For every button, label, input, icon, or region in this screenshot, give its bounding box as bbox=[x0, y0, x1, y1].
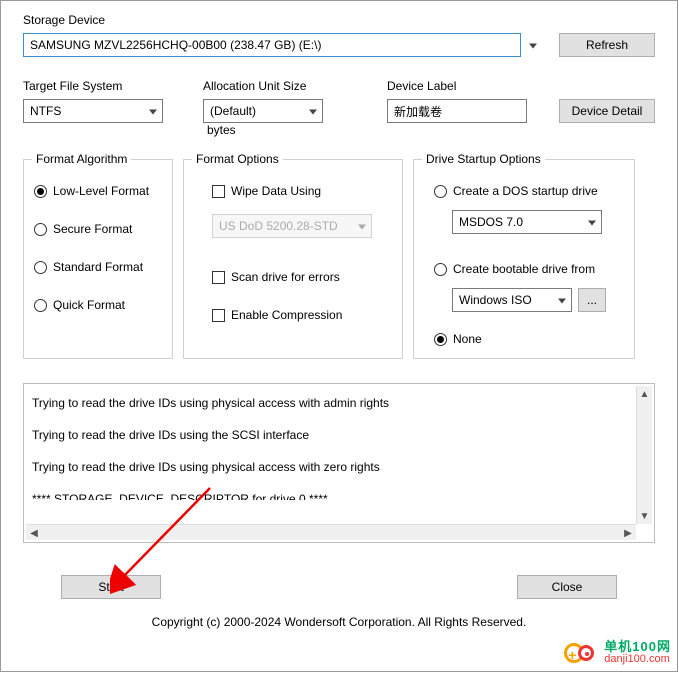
format-dialog: Storage Device SAMSUNG MZVL2256HCHQ-00B0… bbox=[0, 0, 678, 672]
footer-buttons: Start Close bbox=[1, 575, 677, 599]
radio-icon bbox=[434, 333, 447, 346]
checkbox-icon bbox=[212, 185, 225, 198]
format-options-legend: Format Options bbox=[192, 152, 283, 166]
copyright-text: Copyright (c) 2000-2024 Wondersoft Corpo… bbox=[1, 615, 677, 629]
radio-label: Secure Format bbox=[53, 222, 132, 236]
radio-quick-format[interactable]: Quick Format bbox=[34, 298, 162, 312]
alloc-select[interactable]: (Default) bbox=[203, 99, 323, 123]
check-label: Scan drive for errors bbox=[231, 270, 340, 284]
wipe-method-select: US DoD 5200.28-STD bbox=[212, 214, 372, 238]
alloc-unit: bytes bbox=[207, 123, 236, 137]
radio-label: Standard Format bbox=[53, 260, 143, 274]
target-fs-section: Target File System NTFS bbox=[23, 79, 163, 123]
radio-label: None bbox=[453, 332, 482, 346]
vertical-scrollbar[interactable]: ▲ ▼ bbox=[636, 386, 652, 524]
log-output: Trying to read the drive IDs using physi… bbox=[23, 383, 655, 543]
radio-label: Quick Format bbox=[53, 298, 125, 312]
radio-icon bbox=[34, 185, 47, 198]
brand-url: danji100.com bbox=[604, 654, 671, 666]
horizontal-scrollbar[interactable]: ◀ ▶ bbox=[26, 524, 636, 540]
radio-icon bbox=[434, 263, 447, 276]
checkbox-icon bbox=[212, 271, 225, 284]
target-fs-label: Target File System bbox=[23, 79, 163, 93]
check-label: Enable Compression bbox=[231, 308, 342, 322]
checkbox-icon bbox=[212, 309, 225, 322]
log-line: Trying to read the drive IDs using the S… bbox=[32, 426, 630, 444]
radio-icon bbox=[34, 223, 47, 236]
radio-none[interactable]: None bbox=[434, 332, 624, 346]
radio-icon bbox=[34, 261, 47, 274]
scroll-right-icon[interactable]: ▶ bbox=[620, 525, 636, 541]
log-line: **** STORAGE_DEVICE_DESCRIPTOR for drive… bbox=[32, 490, 630, 500]
format-algorithm-legend: Format Algorithm bbox=[32, 152, 131, 166]
brand-cn: 单机100网 bbox=[604, 640, 671, 654]
log-line: Trying to read the drive IDs using physi… bbox=[32, 458, 630, 476]
brand-watermark: + 单机100网 danji100.com bbox=[564, 639, 671, 667]
check-label: Wipe Data Using bbox=[231, 184, 321, 198]
refresh-button[interactable]: Refresh bbox=[559, 33, 655, 57]
radio-icon bbox=[434, 185, 447, 198]
radio-dos-drive[interactable]: Create a DOS startup drive bbox=[434, 184, 624, 198]
start-button[interactable]: Start bbox=[61, 575, 161, 599]
alloc-section: Allocation Unit Size (Default) bytes bbox=[203, 79, 347, 137]
storage-label: Storage Device bbox=[23, 13, 655, 27]
drive-startup-group: Drive Startup Options Create a DOS start… bbox=[413, 159, 635, 359]
brand-logo-icon: + bbox=[564, 639, 598, 667]
check-scan-errors[interactable]: Scan drive for errors bbox=[212, 270, 392, 284]
radio-label: Create a DOS startup drive bbox=[453, 184, 598, 198]
check-enable-compression[interactable]: Enable Compression bbox=[212, 308, 392, 322]
log-text[interactable]: Trying to read the drive IDs using physi… bbox=[26, 386, 636, 524]
target-fs-select[interactable]: NTFS bbox=[23, 99, 163, 123]
alloc-label: Allocation Unit Size bbox=[203, 79, 347, 93]
radio-label: Create bootable drive from bbox=[453, 262, 595, 276]
radio-low-level-format[interactable]: Low-Level Format bbox=[34, 184, 162, 198]
close-button[interactable]: Close bbox=[517, 575, 617, 599]
browse-button[interactable]: ... bbox=[578, 288, 606, 312]
log-line: Trying to read the drive IDs using physi… bbox=[32, 394, 630, 412]
format-options-group: Format Options Wipe Data Using US DoD 52… bbox=[183, 159, 403, 359]
device-label-label: Device Label bbox=[387, 79, 655, 93]
storage-section: Storage Device SAMSUNG MZVL2256HCHQ-00B0… bbox=[23, 13, 655, 57]
scroll-up-icon[interactable]: ▲ bbox=[637, 386, 652, 402]
radio-bootable-drive[interactable]: Create bootable drive from bbox=[434, 262, 624, 276]
check-wipe-data[interactable]: Wipe Data Using bbox=[212, 184, 392, 198]
dos-version-select[interactable]: MSDOS 7.0 bbox=[452, 210, 602, 234]
radio-label: Low-Level Format bbox=[53, 184, 149, 198]
scroll-down-icon[interactable]: ▼ bbox=[637, 508, 652, 524]
device-detail-button[interactable]: Device Detail bbox=[559, 99, 655, 123]
bootable-source-select[interactable]: Windows ISO bbox=[452, 288, 572, 312]
scroll-left-icon[interactable]: ◀ bbox=[26, 526, 42, 542]
radio-icon bbox=[34, 299, 47, 312]
device-label-input[interactable] bbox=[387, 99, 527, 123]
drive-startup-legend: Drive Startup Options bbox=[422, 152, 545, 166]
storage-device-select[interactable]: SAMSUNG MZVL2256HCHQ-00B00 (238.47 GB) (… bbox=[23, 33, 521, 57]
format-algorithm-group: Format Algorithm Low-Level Format Secure… bbox=[23, 159, 173, 359]
radio-standard-format[interactable]: Standard Format bbox=[34, 260, 162, 274]
device-label-section: Device Label Device Detail bbox=[387, 79, 655, 123]
radio-secure-format[interactable]: Secure Format bbox=[34, 222, 162, 236]
